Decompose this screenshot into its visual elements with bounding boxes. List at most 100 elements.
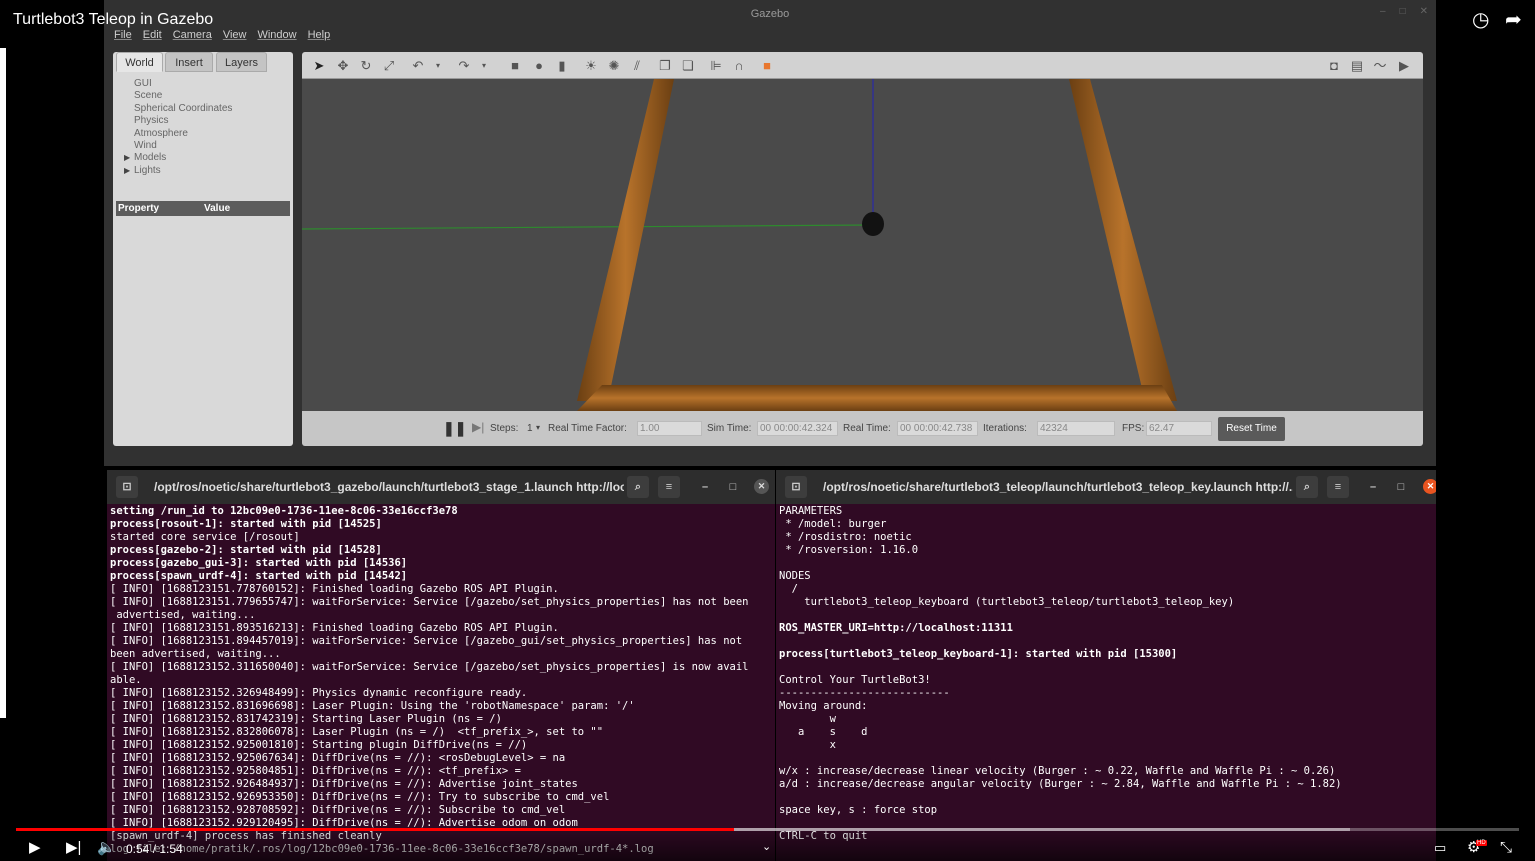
translate-mode-icon[interactable]: ✥ — [335, 58, 351, 74]
steps-label: Steps: — [490, 423, 519, 434]
point-light-icon[interactable]: ☀ — [583, 58, 599, 74]
gazebo-left-panel: World Insert Layers GUI Scene Spherical Co… — [113, 52, 293, 446]
search-icon[interactable]: ⌕ — [1296, 476, 1318, 498]
change-view-icon[interactable]: ■ — [759, 58, 775, 74]
minimize-icon[interactable]: – — [694, 476, 716, 498]
close-icon[interactable]: ✕ — [1423, 479, 1436, 494]
menu-view[interactable]: View — [223, 29, 247, 41]
rotate-mode-icon[interactable]: ↻ — [358, 58, 374, 74]
menu-edit[interactable]: Edit — [143, 29, 162, 41]
tree-item-physics[interactable]: Physics — [113, 115, 293, 127]
directional-light-icon[interactable]: ⫽ — [629, 58, 645, 74]
screen: Gazebo – □ ✕ File Edit Camera View Windo… — [0, 0, 1535, 861]
volume-icon[interactable]: 🔈 — [97, 839, 116, 857]
align-icon[interactable]: ⊫ — [708, 58, 724, 74]
hamburger-menu-icon[interactable]: ≡ — [658, 476, 680, 498]
paste-icon[interactable]: ❏ — [680, 58, 696, 74]
tab-world[interactable]: World — [116, 52, 163, 72]
tree-item-lights[interactable]: ▶ Lights — [113, 165, 293, 177]
plot-icon[interactable]: 〜 — [1372, 58, 1388, 74]
expand-arrow-icon[interactable]: ▶ — [124, 165, 130, 177]
terminal-line: process[gazebo-2]: started with pid [145… — [110, 544, 382, 556]
menu-file[interactable]: File — [114, 29, 132, 41]
menu-help[interactable]: Help — [308, 29, 331, 41]
record-video-icon[interactable]: ▶ — [1396, 58, 1412, 74]
terminal-line: NODES — [779, 570, 811, 582]
copy-icon[interactable]: ❐ — [657, 58, 673, 74]
scene-render — [302, 79, 1423, 411]
box-shape-icon[interactable]: ■ — [507, 58, 523, 74]
close-icon[interactable]: ✕ — [1420, 6, 1428, 17]
undo-dropdown-icon[interactable]: ▾ — [430, 58, 446, 74]
gazebo-statusbar: ❚❚ ▶| Steps: 1 ▾ Real Time Factor: 1.00 … — [302, 411, 1423, 446]
screenshot-icon[interactable]: ◘ — [1326, 58, 1342, 74]
tree-item-gui[interactable]: GUI — [113, 78, 293, 90]
chevron-down-icon[interactable]: ⌄ — [762, 838, 771, 856]
tree-item-wind[interactable]: Wind — [113, 140, 293, 152]
new-tab-icon[interactable]: ⊡ — [785, 476, 807, 498]
property-table-header: Property Value — [116, 201, 290, 216]
menu-camera[interactable]: Camera — [173, 29, 212, 41]
tab-layers[interactable]: Layers — [216, 52, 267, 72]
expand-arrow-icon[interactable]: ▶ — [124, 152, 130, 164]
exit-fullscreen-icon[interactable]: ⤡ — [1500, 839, 1512, 857]
tree-item-atmosphere[interactable]: Atmosphere — [113, 128, 293, 140]
maximize-icon[interactable]: □ — [1390, 476, 1412, 498]
minimize-icon[interactable]: – — [1380, 6, 1386, 17]
sphere-shape-icon[interactable]: ● — [531, 58, 547, 74]
terminal-line: w — [779, 713, 836, 725]
select-mode-icon[interactable]: ➤ — [311, 58, 327, 74]
terminal-line: * /rosdistro: noetic — [779, 531, 912, 543]
minimize-icon[interactable]: – — [1362, 476, 1384, 498]
share-icon[interactable]: ➦ — [1505, 10, 1522, 30]
rtf-value: 1.00 — [637, 421, 702, 436]
log-icon[interactable]: ▤ — [1349, 58, 1365, 74]
gazebo-toolbar: ➤ ✥ ↻ ⤢ ↶ ▾ ↷ ▾ ■ ● ▮ ☀ ✺ ⫽ ❐ ❏ ⊫ ∩ ■ ◘ — [302, 52, 1423, 79]
cylinder-shape-icon[interactable]: ▮ — [554, 58, 570, 74]
spot-light-icon[interactable]: ✺ — [606, 58, 622, 74]
snap-icon[interactable]: ∩ — [731, 58, 747, 74]
tree-item-label: Lights — [134, 164, 161, 176]
maximize-icon[interactable]: □ — [1400, 6, 1406, 17]
search-icon[interactable]: ⌕ — [627, 476, 649, 498]
terminal-right-output[interactable]: PARAMETERS * /model: burger * /rosdistro… — [779, 505, 1342, 843]
play-icon[interactable]: ▶ — [29, 839, 41, 857]
tree-item-spherical-coordinates[interactable]: Spherical Coordinates — [113, 103, 293, 115]
turtlebot-robot[interactable] — [862, 212, 884, 236]
bottom-wall — [577, 385, 1177, 411]
steps-value[interactable]: 1 — [527, 423, 533, 434]
tree-item-models[interactable]: ▶ Models — [113, 152, 293, 164]
redo-dropdown-icon[interactable]: ▾ — [476, 58, 492, 74]
next-icon[interactable]: ▶| — [66, 839, 81, 857]
terminal-line: advertised, waiting... — [110, 609, 256, 621]
tree-item-scene[interactable]: Scene — [113, 90, 293, 102]
terminal-line: Moving around: — [779, 700, 868, 712]
menu-window[interactable]: Window — [257, 29, 296, 41]
terminal-line: process[spawn_urdf-4]: started with pid … — [110, 570, 408, 582]
pause-icon[interactable]: ❚❚ — [443, 420, 466, 437]
terminal-line: turtlebot3_teleop_keyboard (turtlebot3_t… — [779, 596, 1235, 608]
terminal-left-output[interactable]: setting /run_id to 12bc09e0-1736-11ee-8c… — [110, 505, 748, 856]
scale-mode-icon[interactable]: ⤢ — [381, 58, 397, 74]
terminal-line: * /rosversion: 1.16.0 — [779, 544, 919, 556]
video-title[interactable]: Turtlebot3 Teleop in Gazebo — [13, 11, 213, 29]
terminal-line: ROS_MASTER_URI=http://localhost:11311 — [779, 622, 1013, 634]
terminal-line: [ INFO] [1688123152.926484937]: DiffDriv… — [110, 778, 578, 790]
step-icon[interactable]: ▶| — [472, 420, 484, 434]
redo-icon[interactable]: ↷ — [456, 58, 472, 74]
maximize-icon[interactable]: □ — [722, 476, 744, 498]
new-tab-icon[interactable]: ⊡ — [116, 476, 138, 498]
gazebo-3d-viewport[interactable]: ➤ ✥ ↻ ⤢ ↶ ▾ ↷ ▾ ■ ● ▮ ☀ ✺ ⫽ ❐ ❏ ⊫ ∩ ■ ◘ — [302, 52, 1423, 446]
watch-later-icon[interactable]: ◷ — [1472, 10, 1489, 30]
subtitles-icon[interactable]: ▭ — [1434, 839, 1446, 857]
undo-icon[interactable]: ↶ — [410, 58, 426, 74]
close-icon[interactable]: ✕ — [754, 479, 769, 494]
steps-spinner-icon[interactable]: ▾ — [536, 423, 540, 432]
tab-insert[interactable]: Insert — [165, 52, 213, 72]
tree-item-label: Physics — [134, 115, 169, 127]
iterations-label: Iterations: — [983, 423, 1027, 434]
hamburger-menu-icon[interactable]: ≡ — [1327, 476, 1349, 498]
reset-time-button[interactable]: Reset Time — [1218, 417, 1285, 441]
